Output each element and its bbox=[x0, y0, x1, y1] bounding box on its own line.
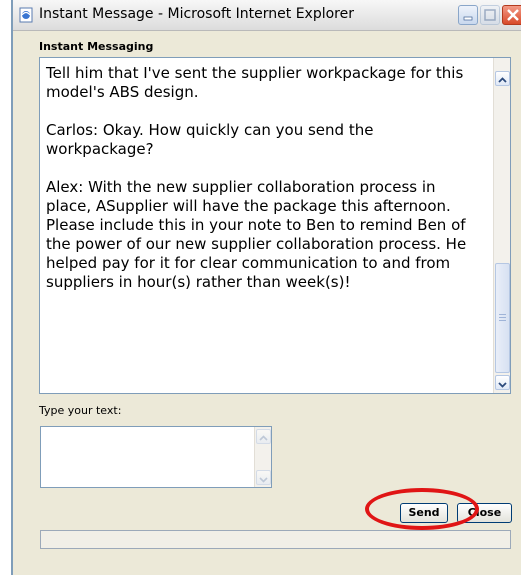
close-window-button[interactable] bbox=[502, 5, 521, 25]
maximize-icon bbox=[484, 9, 496, 21]
chat-transcript[interactable]: Tell him that I've sent the supplier wor… bbox=[39, 57, 511, 394]
chevron-up-icon bbox=[259, 435, 268, 441]
ie-page-icon bbox=[19, 7, 33, 23]
compose-box[interactable] bbox=[40, 426, 272, 488]
section-label: Instant Messaging bbox=[39, 40, 154, 53]
compose-scroll-up-button[interactable] bbox=[256, 429, 271, 444]
message: Carlos: Okay. How quickly can you send t… bbox=[46, 121, 374, 158]
close-x-icon bbox=[507, 9, 519, 21]
ie-window: Instant Message - Microsoft Internet Exp… bbox=[11, 0, 521, 575]
maximize-button[interactable] bbox=[480, 5, 500, 25]
compose-scroll-down-button[interactable] bbox=[256, 470, 271, 485]
window-title: Instant Message - Microsoft Internet Exp… bbox=[39, 6, 354, 22]
compose-input[interactable] bbox=[41, 427, 253, 487]
chevron-up-icon bbox=[498, 77, 507, 83]
minimize-icon bbox=[463, 16, 473, 21]
message: Alex: With the new supplier collaboratio… bbox=[46, 178, 467, 291]
chevron-down-icon bbox=[498, 382, 507, 388]
scroll-up-button[interactable] bbox=[495, 71, 510, 86]
message: Tell him that I've sent the supplier wor… bbox=[46, 64, 464, 101]
compose-scrollbar[interactable] bbox=[254, 427, 271, 487]
chevron-down-icon bbox=[259, 477, 268, 483]
minimize-button[interactable] bbox=[458, 5, 478, 25]
transcript-scrollbar[interactable] bbox=[493, 58, 510, 393]
transcript-text: Tell him that I've sent the supplier wor… bbox=[46, 64, 482, 311]
status-bar bbox=[40, 530, 511, 549]
compose-label: Type your text: bbox=[39, 404, 122, 417]
send-button[interactable]: Send bbox=[400, 503, 448, 523]
scroll-down-button[interactable] bbox=[495, 375, 510, 390]
title-bar[interactable]: Instant Message - Microsoft Internet Exp… bbox=[13, 0, 521, 31]
scroll-thumb[interactable] bbox=[495, 263, 510, 373]
close-button[interactable]: Close bbox=[457, 503, 512, 523]
